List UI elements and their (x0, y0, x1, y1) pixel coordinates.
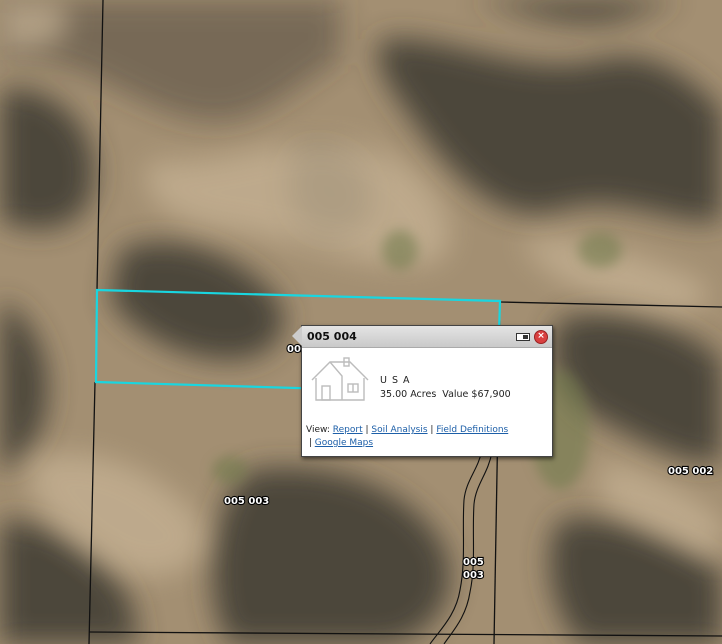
parcel-info: U S A 35.00 Acres Value $67,900 (380, 374, 511, 402)
popup-pointer (292, 326, 302, 346)
view-label: View: (306, 425, 330, 435)
parcel-info-popup: 005 004 × U S A 35.00 Acres Value $67,90… (292, 325, 553, 457)
close-icon[interactable]: × (534, 329, 548, 344)
parcel-label-003: 005 003 (224, 496, 269, 507)
google-maps-link[interactable]: Google Maps (315, 438, 373, 448)
popup-controls: × (516, 329, 548, 344)
parcel-label-002: 005 002 (668, 466, 713, 477)
report-link[interactable]: Report (333, 425, 363, 435)
owner-name: U S A (380, 375, 411, 386)
maximize-icon[interactable] (516, 331, 530, 343)
parcel-label-road-bottom: 003 (463, 570, 484, 581)
popup-title: 005 004 (307, 330, 357, 343)
soil-analysis-link[interactable]: Soil Analysis (371, 425, 427, 435)
link-separator: | (427, 425, 437, 435)
popup-header[interactable]: 005 004 × (302, 326, 552, 348)
parcel-label-road-top: 005 (463, 557, 484, 568)
house-icon (311, 357, 369, 401)
field-definitions-link[interactable]: Field Definitions (436, 425, 508, 435)
aerial-map[interactable]: 005 005 003 005 002 005 003 (0, 0, 722, 644)
acres-value: 35.00 Acres Value $67,900 (380, 389, 511, 400)
link-separator: | (306, 438, 315, 448)
view-links: View: Report | Soil Analysis | Field Def… (306, 424, 546, 450)
